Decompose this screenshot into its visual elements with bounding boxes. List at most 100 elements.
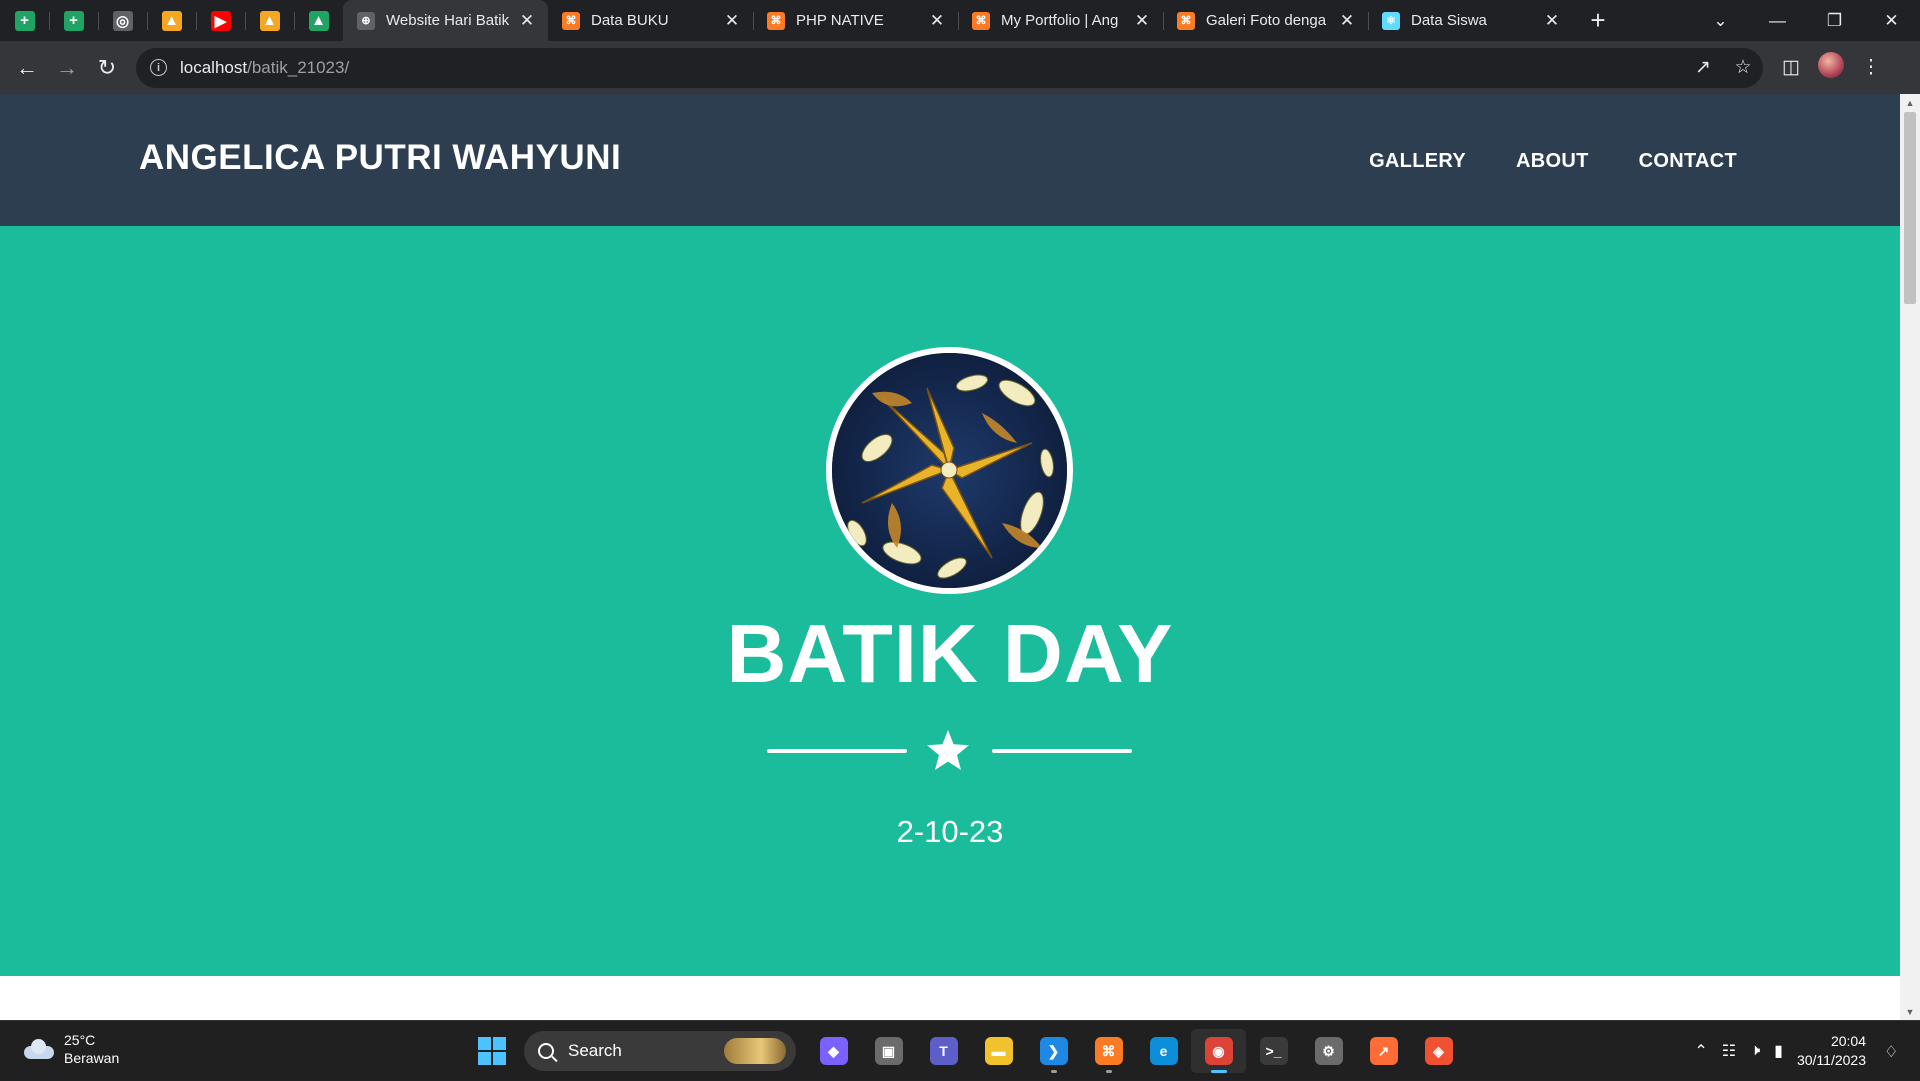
notification-bell-icon[interactable]: ♢ [1884,1042,1902,1061]
system-tray: ⌃ ☷ 🕨 ▮ 20:04 30/11/2023 ♢ [1694,1021,1920,1081]
weather-widget[interactable]: 25°C Berawan [22,1031,119,1067]
tab-close-icon[interactable]: ✕ [723,11,741,30]
bookmark-star-icon[interactable]: ☆ [1723,56,1763,79]
tab-list: ⊕ Website Hari Batik ✕ ⌘ Data BUKU ✕ ⌘ PHP NATI… [343,0,1573,41]
cloud-icon [22,1038,54,1060]
reload-button[interactable]: ↻ [87,48,127,88]
windows-logo-icon [478,1037,506,1065]
nav-contact-link[interactable]: CONTACT [1639,150,1737,173]
postman-icon: ↗ [1369,1037,1398,1065]
show-hidden-icons-chevron-icon[interactable]: ⌃ [1694,1041,1707,1061]
pinned-tab[interactable]: ▲ [245,0,294,41]
taskbar-search[interactable]: Search [524,1031,796,1071]
taskbar-app-button[interactable]: ⚙ [1301,1029,1356,1073]
page-scrollbar[interactable]: ▲ ▼ [1900,94,1920,1020]
batik-avatar-image [826,347,1073,594]
site-info-icon[interactable]: i [150,59,167,76]
pinned-tab[interactable]: + [49,0,98,41]
scroll-up-arrow-icon[interactable]: ▲ [1900,94,1920,111]
browser-tab[interactable]: ⚛ Data Siswa ✕ [1368,0,1573,41]
pinned-tab[interactable]: ▶ [196,0,245,41]
new-tab-button[interactable]: + [1579,0,1617,41]
settings-icon: ⚙ [1314,1037,1343,1065]
wifi-icon[interactable]: ☷ [1722,1041,1736,1061]
close-window-button[interactable]: ✕ [1863,11,1920,31]
browser-tab[interactable]: ⌘ PHP NATIVE ✕ [753,0,958,41]
google-sheets-icon: + [14,10,35,31]
pinned-tab[interactable]: ▲ [294,0,343,41]
menu-kebab-icon[interactable]: ⋮ [1851,56,1891,79]
start-button[interactable] [470,1029,514,1073]
taskbar-app-button[interactable]: ⌘ [1081,1029,1136,1073]
volume-icon[interactable]: 🕨 [1750,1042,1760,1060]
taskbar-app-button[interactable]: ◉ [1191,1029,1246,1073]
taskbar-app-button[interactable]: ◆ [806,1029,861,1073]
browser-tab-strip: + + ◎ ▲ ▶ ▲ ▲ ⊕ Website Hari Batik ✕ ⌘ Data BUKU ✕ ⌘… [0,0,1920,41]
taskbar-app-button[interactable]: e [1136,1029,1191,1073]
site-navbar: ANGELICA PUTRI WAHYUNI GALLERY ABOUT CON… [0,94,1900,226]
taskbar-app-button[interactable]: >_ [1246,1029,1301,1073]
scroll-thumb[interactable] [1904,112,1916,304]
back-button[interactable]: ← [7,48,47,88]
scroll-down-arrow-icon[interactable]: ▼ [1900,1003,1920,1020]
taskbar-app-button[interactable]: ▬ [971,1029,1026,1073]
vscode-icon: ❯ [1039,1037,1068,1065]
chrome-icon: ◉ [1204,1037,1233,1065]
page-viewport: ANGELICA PUTRI WAHYUNI GALLERY ABOUT CON… [0,94,1920,1020]
tab-close-icon[interactable]: ✕ [928,11,946,30]
youtube-icon: ▶ [210,10,231,31]
tab-close-icon[interactable]: ✕ [1338,11,1356,30]
taskbar-app-button[interactable]: T [916,1029,971,1073]
windows-taskbar: 25°C Berawan Search ◆ ▣ T ▬ ❯ ⌘ e ◉ >_ ⚙ ↗ ◈ ⌃ ☷ 🕨 … [0,1020,1920,1080]
address-bar[interactable]: i localhost/batik_21023/ ↗ ☆ [136,47,1763,88]
star-icon [927,730,969,770]
taskbar-app-button[interactable]: ❯ [1026,1029,1081,1073]
tab-close-icon[interactable]: ✕ [518,11,536,30]
tab-close-icon[interactable]: ✕ [1543,11,1561,30]
browser-tab[interactable]: ⌘ Data BUKU ✕ [548,0,753,41]
divider-line-left [767,749,907,753]
side-panel-icon[interactable]: ◫ [1771,56,1811,79]
tab-close-icon[interactable]: ✕ [1133,11,1151,30]
tab-title: My Portfolio | Ang [1001,12,1119,29]
nav-gallery-link[interactable]: GALLERY [1369,150,1466,173]
xampp-icon: ⌘ [767,11,785,30]
pinned-tab[interactable]: + [0,0,49,41]
weather-desc: Berawan [64,1050,120,1066]
divider-line-right [992,749,1132,753]
globe-icon: ◎ [112,10,133,31]
firebase-icon: ▲ [259,10,280,31]
weather-temp: 25°C [64,1032,96,1048]
task-view-icon: ▣ [874,1037,903,1065]
site-brand[interactable]: ANGELICA PUTRI WAHYUNI [139,138,621,178]
xampp-icon: ⌘ [1177,11,1195,30]
star-divider [767,727,1132,775]
pinned-tab[interactable]: ◎ [98,0,147,41]
minimize-button[interactable]: — [1749,11,1806,31]
browser-tab[interactable]: ⊕ Website Hari Batik ✕ [343,0,548,41]
share-icon[interactable]: ↗ [1683,56,1723,79]
browser-tab[interactable]: ⌘ Galeri Foto denga ✕ [1163,0,1368,41]
tab-search-icon[interactable]: ⌄ [1692,11,1749,31]
edge-icon: e [1149,1037,1178,1065]
taskbar-app-button[interactable]: ▣ [861,1029,916,1073]
profile-avatar[interactable] [1811,51,1851,84]
globe-icon: ⊕ [357,11,375,30]
nav-about-link[interactable]: ABOUT [1516,150,1589,173]
forward-button[interactable]: → [47,48,87,88]
masthead: BATIK DAY 2-10-23 [0,226,1900,976]
restore-button[interactable]: ❐ [1806,11,1863,31]
copilot-icon: ◆ [819,1037,848,1065]
battery-icon[interactable]: ▮ [1774,1041,1783,1061]
url-host: localhost [180,57,248,77]
taskbar-app-button[interactable]: ↗ [1356,1029,1411,1073]
taskbar-app-button[interactable]: ◈ [1411,1029,1466,1073]
pinned-tabs: + + ◎ ▲ ▶ ▲ ▲ [0,0,343,41]
file-explorer-icon: ▬ [984,1037,1013,1065]
clock-date: 30/11/2023 [1796,1052,1866,1068]
search-highlight-image [724,1038,786,1064]
taskbar-clock[interactable]: 20:04 30/11/2023 [1797,1032,1866,1070]
pinned-tab[interactable]: ▲ [147,0,196,41]
browser-tab[interactable]: ⌘ My Portfolio | Ang ✕ [958,0,1163,41]
site-nav-links: GALLERY ABOUT CONTACT [1369,150,1737,173]
